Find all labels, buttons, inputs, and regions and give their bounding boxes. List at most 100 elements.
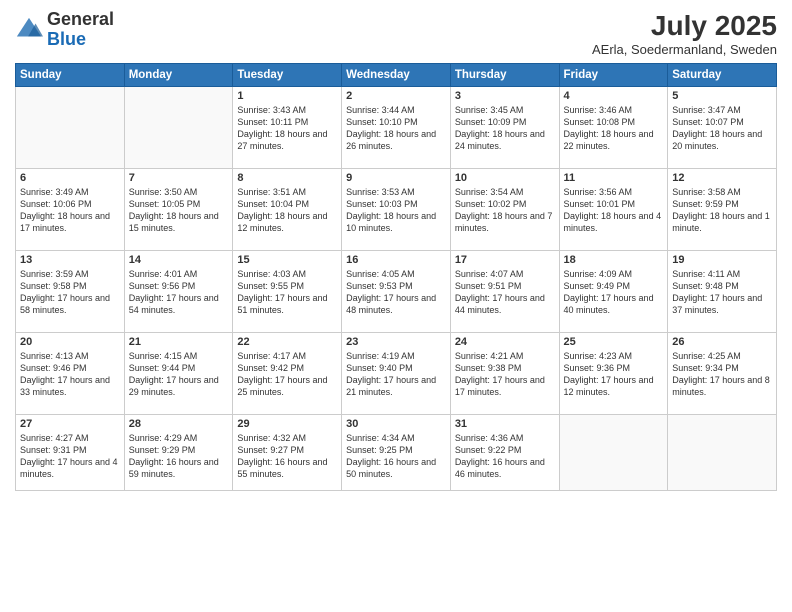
cell-content: Sunrise: 4:29 AM Sunset: 9:29 PM Dayligh… [129,432,229,481]
day-number: 23 [346,336,446,348]
cell-content: Sunrise: 4:23 AM Sunset: 9:36 PM Dayligh… [564,350,664,399]
day-number: 11 [564,172,664,184]
table-row: 29Sunrise: 4:32 AM Sunset: 9:27 PM Dayli… [233,415,342,491]
cell-content: Sunrise: 4:15 AM Sunset: 9:44 PM Dayligh… [129,350,229,399]
table-row: 7 Sunrise: 3:50 AM Sunset: 10:05 PM Dayli… [124,169,233,251]
day-number: 30 [346,418,446,430]
cell-content: Sunrise: 3:50 AM Sunset: 10:05 PM Daylig… [129,186,229,235]
day-number: 4 [564,90,664,102]
cell-content: Sunrise: 3:54 AM Sunset: 10:02 PM Daylig… [455,186,555,235]
cell-content: Sunrise: 4:27 AM Sunset: 9:31 PM Dayligh… [20,432,120,481]
col-friday: Friday [559,64,668,87]
cell-content: Sunrise: 3:56 AM Sunset: 10:01 PM Daylig… [564,186,664,235]
table-row: 23Sunrise: 4:19 AM Sunset: 9:40 PM Dayli… [342,333,451,415]
day-number: 22 [237,336,337,348]
logo-text: General Blue [47,10,114,50]
table-row [16,87,125,169]
table-row: 6 Sunrise: 3:49 AM Sunset: 10:06 PM Dayli… [16,169,125,251]
table-row: 4 Sunrise: 3:46 AM Sunset: 10:08 PM Dayli… [559,87,668,169]
month-title: July 2025 [592,10,777,42]
col-sunday: Sunday [16,64,125,87]
calendar-header-row: Sunday Monday Tuesday Wednesday Thursday… [16,64,777,87]
day-number: 1 [237,90,337,102]
table-row: 16 Sunrise: 4:05 AM Sunset: 9:53 PM Dayli… [342,251,451,333]
table-row: 30 Sunrise: 4:34 AM Sunset: 9:25 PM Dayli… [342,415,451,491]
col-wednesday: Wednesday [342,64,451,87]
day-number: 3 [455,90,555,102]
cell-content: Sunrise: 4:03 AM Sunset: 9:55 PM Dayligh… [237,268,337,317]
table-row: 19Sunrise: 4:11 AM Sunset: 9:48 PM Dayli… [668,251,777,333]
day-number: 16 [346,254,446,266]
table-row: 28Sunrise: 4:29 AM Sunset: 9:29 PM Dayli… [124,415,233,491]
day-number: 24 [455,336,555,348]
day-number: 27 [20,418,120,430]
day-number: 9 [346,172,446,184]
day-number: 21 [129,336,229,348]
cell-content: Sunrise: 4:07 AM Sunset: 9:51 PM Dayligh… [455,268,555,317]
day-number: 17 [455,254,555,266]
table-row: 25 Sunrise: 4:23 AM Sunset: 9:36 PM Dayli… [559,333,668,415]
day-number: 2 [346,90,446,102]
table-row: 8 Sunrise: 3:51 AM Sunset: 10:04 PM Dayli… [233,169,342,251]
calendar: Sunday Monday Tuesday Wednesday Thursday… [15,63,777,491]
day-number: 6 [20,172,120,184]
table-row: 24 Sunrise: 4:21 AM Sunset: 9:38 PM Dayli… [450,333,559,415]
table-row: 20 Sunrise: 4:13 AM Sunset: 9:46 PM Dayli… [16,333,125,415]
day-number: 31 [455,418,555,430]
table-row: 22 Sunrise: 4:17 AM Sunset: 9:42 PM Dayli… [233,333,342,415]
cell-content: Sunrise: 4:11 AM Sunset: 9:48 PM Dayligh… [672,268,772,317]
title-block: July 2025 AErla, Soedermanland, Sweden [592,10,777,57]
col-saturday: Saturday [668,64,777,87]
table-row [559,415,668,491]
table-row: 31 Sunrise: 4:36 AM Sunset: 9:22 PM Dayli… [450,415,559,491]
table-row: 3 Sunrise: 3:45 AM Sunset: 10:09 PM Dayli… [450,87,559,169]
cell-content: Sunrise: 4:21 AM Sunset: 9:38 PM Dayligh… [455,350,555,399]
cell-content: Sunrise: 4:13 AM Sunset: 9:46 PM Dayligh… [20,350,120,399]
day-number: 12 [672,172,772,184]
cell-content: Sunrise: 4:36 AM Sunset: 9:22 PM Dayligh… [455,432,555,481]
cell-content: Sunrise: 4:05 AM Sunset: 9:53 PM Dayligh… [346,268,446,317]
cell-content: Sunrise: 4:17 AM Sunset: 9:42 PM Dayligh… [237,350,337,399]
table-row: 13Sunrise: 3:59 AM Sunset: 9:58 PM Dayli… [16,251,125,333]
header: General Blue July 2025 AErla, Soedermanl… [15,10,777,57]
cell-content: Sunrise: 3:43 AM Sunset: 10:11 PM Daylig… [237,104,337,153]
table-row: 18Sunrise: 4:09 AM Sunset: 9:49 PM Dayli… [559,251,668,333]
day-number: 25 [564,336,664,348]
cell-content: Sunrise: 3:51 AM Sunset: 10:04 PM Daylig… [237,186,337,235]
day-number: 13 [20,254,120,266]
day-number: 8 [237,172,337,184]
table-row: 14 Sunrise: 4:01 AM Sunset: 9:56 PM Dayli… [124,251,233,333]
table-row [668,415,777,491]
day-number: 29 [237,418,337,430]
cell-content: Sunrise: 3:49 AM Sunset: 10:06 PM Daylig… [20,186,120,235]
cell-content: Sunrise: 4:34 AM Sunset: 9:25 PM Dayligh… [346,432,446,481]
day-number: 10 [455,172,555,184]
table-row: 17 Sunrise: 4:07 AM Sunset: 9:51 PM Dayli… [450,251,559,333]
day-number: 20 [20,336,120,348]
cell-content: Sunrise: 3:47 AM Sunset: 10:07 PM Daylig… [672,104,772,153]
day-number: 15 [237,254,337,266]
cell-content: Sunrise: 3:53 AM Sunset: 10:03 PM Daylig… [346,186,446,235]
table-row: 21 Sunrise: 4:15 AM Sunset: 9:44 PM Dayli… [124,333,233,415]
cell-content: Sunrise: 3:45 AM Sunset: 10:09 PM Daylig… [455,104,555,153]
col-monday: Monday [124,64,233,87]
cell-content: Sunrise: 3:44 AM Sunset: 10:10 PM Daylig… [346,104,446,153]
table-row: 26Sunrise: 4:25 AM Sunset: 9:34 PM Dayli… [668,333,777,415]
day-number: 26 [672,336,772,348]
table-row: 2 Sunrise: 3:44 AM Sunset: 10:10 PM Dayli… [342,87,451,169]
col-thursday: Thursday [450,64,559,87]
table-row: 1 Sunrise: 3:43 AM Sunset: 10:11 PM Dayli… [233,87,342,169]
logo-blue-text: Blue [47,29,86,49]
day-number: 14 [129,254,229,266]
logo: General Blue [15,10,114,50]
day-number: 7 [129,172,229,184]
table-row: 27 Sunrise: 4:27 AM Sunset: 9:31 PM Dayli… [16,415,125,491]
table-row: 5Sunrise: 3:47 AM Sunset: 10:07 PM Dayli… [668,87,777,169]
table-row: 15 Sunrise: 4:03 AM Sunset: 9:55 PM Dayli… [233,251,342,333]
col-tuesday: Tuesday [233,64,342,87]
cell-content: Sunrise: 4:01 AM Sunset: 9:56 PM Dayligh… [129,268,229,317]
cell-content: Sunrise: 3:46 AM Sunset: 10:08 PM Daylig… [564,104,664,153]
table-row: 10 Sunrise: 3:54 AM Sunset: 10:02 PM Dayl… [450,169,559,251]
logo-general-text: General [47,9,114,29]
table-row: 11 Sunrise: 3:56 AM Sunset: 10:01 PM Dayl… [559,169,668,251]
